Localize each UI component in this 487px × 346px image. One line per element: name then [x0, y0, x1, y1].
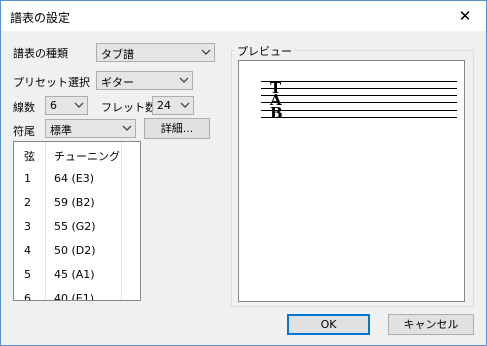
table-row[interactable]: 2 59 (B2)	[14, 190, 140, 214]
column-divider	[121, 286, 122, 300]
lines-value: 6	[50, 99, 57, 112]
stem-value: 標準	[50, 124, 72, 137]
chevron-down-icon	[179, 77, 189, 83]
frets-value: 24	[157, 99, 171, 112]
dialog-window: 譜表の設定 ✕ 譜表の種類 タブ譜 プリセット選択 ギター 線数 6 フレット数…	[0, 0, 487, 346]
column-divider	[121, 166, 122, 190]
table-row[interactable]: 4 50 (D2)	[14, 238, 140, 262]
column-divider	[121, 214, 122, 238]
table-header: 弦 チューニング	[14, 142, 140, 166]
chevron-down-icon	[74, 102, 84, 108]
frets-label: フレット数	[101, 101, 156, 114]
header-tuning[interactable]: チューニング	[54, 148, 120, 164]
table-row[interactable]: 5 45 (A1)	[14, 262, 140, 286]
ok-button[interactable]: OK	[287, 314, 370, 335]
column-divider	[45, 142, 46, 166]
chevron-down-icon	[201, 49, 211, 55]
table-row[interactable]: 6 40 (E1)	[14, 286, 140, 301]
table-row[interactable]: 1 64 (E3)	[14, 166, 140, 190]
string-number: 5	[24, 268, 31, 281]
stem-select[interactable]: 標準	[45, 119, 136, 138]
column-divider	[45, 214, 46, 238]
frets-select[interactable]: 24	[152, 96, 194, 115]
chevron-down-icon	[180, 102, 190, 108]
tab-staff-preview: T A B	[261, 79, 457, 122]
column-divider	[45, 262, 46, 286]
details-button[interactable]: 詳細...	[144, 118, 210, 139]
preview-label: プレビュー	[235, 43, 294, 59]
column-divider	[45, 286, 46, 300]
lines-select[interactable]: 6	[45, 96, 88, 115]
column-divider	[121, 142, 122, 166]
string-tuning: 45 (A1)	[54, 268, 95, 281]
string-tuning: 64 (E3)	[54, 172, 95, 185]
staff-type-value: タブ譜	[101, 48, 134, 61]
string-tuning: 40 (E1)	[54, 292, 95, 301]
string-number: 2	[24, 196, 31, 209]
preset-label: プリセット選択	[13, 76, 90, 89]
string-number: 4	[24, 244, 31, 257]
string-tuning: 59 (B2)	[54, 196, 95, 209]
stem-label: 符尾	[13, 125, 35, 138]
string-number: 3	[24, 220, 31, 233]
preview-pane: T A B	[238, 60, 465, 302]
column-divider	[45, 190, 46, 214]
chevron-down-icon	[122, 125, 132, 131]
title-bar: 譜表の設定 ✕	[1, 1, 486, 31]
cancel-button[interactable]: キャンセル	[388, 314, 474, 335]
column-divider	[121, 262, 122, 286]
string-tuning: 50 (D2)	[54, 244, 96, 257]
column-divider	[121, 190, 122, 214]
table-row[interactable]: 3 55 (G2)	[14, 214, 140, 238]
close-icon[interactable]: ✕	[448, 3, 482, 29]
preset-value: ギター	[101, 76, 134, 89]
header-string[interactable]: 弦	[24, 148, 35, 164]
string-number: 1	[24, 172, 31, 185]
preset-select[interactable]: ギター	[96, 71, 193, 90]
tab-clef-b: B	[270, 104, 283, 122]
column-divider	[45, 238, 46, 262]
string-tuning: 55 (G2)	[54, 220, 96, 233]
string-number: 6	[24, 292, 31, 301]
column-divider	[121, 238, 122, 262]
staff-type-select[interactable]: タブ譜	[96, 43, 215, 62]
lines-label: 線数	[13, 101, 35, 114]
column-divider	[45, 166, 46, 190]
tuning-table[interactable]: 弦 チューニング 1 64 (E3) 2 59 (B2) 3 55 (G2) 4…	[13, 141, 141, 301]
staff-type-label: 譜表の種類	[13, 47, 68, 60]
dialog-title: 譜表の設定	[10, 11, 71, 25]
